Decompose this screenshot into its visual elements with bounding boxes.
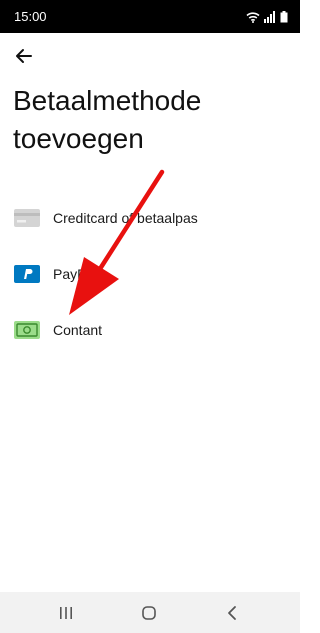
payment-method-label: PayPal [53, 266, 98, 282]
home-button[interactable] [138, 602, 160, 624]
home-icon [142, 606, 156, 620]
signal-icon [264, 11, 275, 23]
system-back-button[interactable] [222, 602, 244, 624]
battery-icon [280, 11, 288, 23]
status-bar: 15:00 [0, 0, 300, 33]
recent-apps-button[interactable] [55, 602, 77, 624]
payment-method-label: Creditcard of betaalpas [53, 210, 198, 226]
system-nav-bar [0, 592, 300, 633]
cash-icon [14, 321, 40, 339]
paypal-icon [14, 265, 40, 283]
page-title: Betaalmethode toevoegen [13, 85, 202, 154]
payment-method-label: Contant [53, 322, 103, 338]
back-button[interactable] [12, 44, 36, 68]
status-icons [246, 10, 288, 23]
payment-method-creditcard[interactable]: Creditcard of betaalpas [0, 198, 300, 238]
recent-apps-icon [60, 607, 72, 619]
back-icon [228, 606, 236, 620]
wifi-icon [246, 12, 260, 23]
credit-card-icon [14, 209, 40, 227]
payment-method-paypal[interactable]: PayPal [0, 254, 300, 294]
payment-method-cash[interactable]: Contant [0, 310, 300, 350]
arrow-left-icon [16, 49, 32, 63]
status-time: 15:00 [14, 9, 47, 24]
